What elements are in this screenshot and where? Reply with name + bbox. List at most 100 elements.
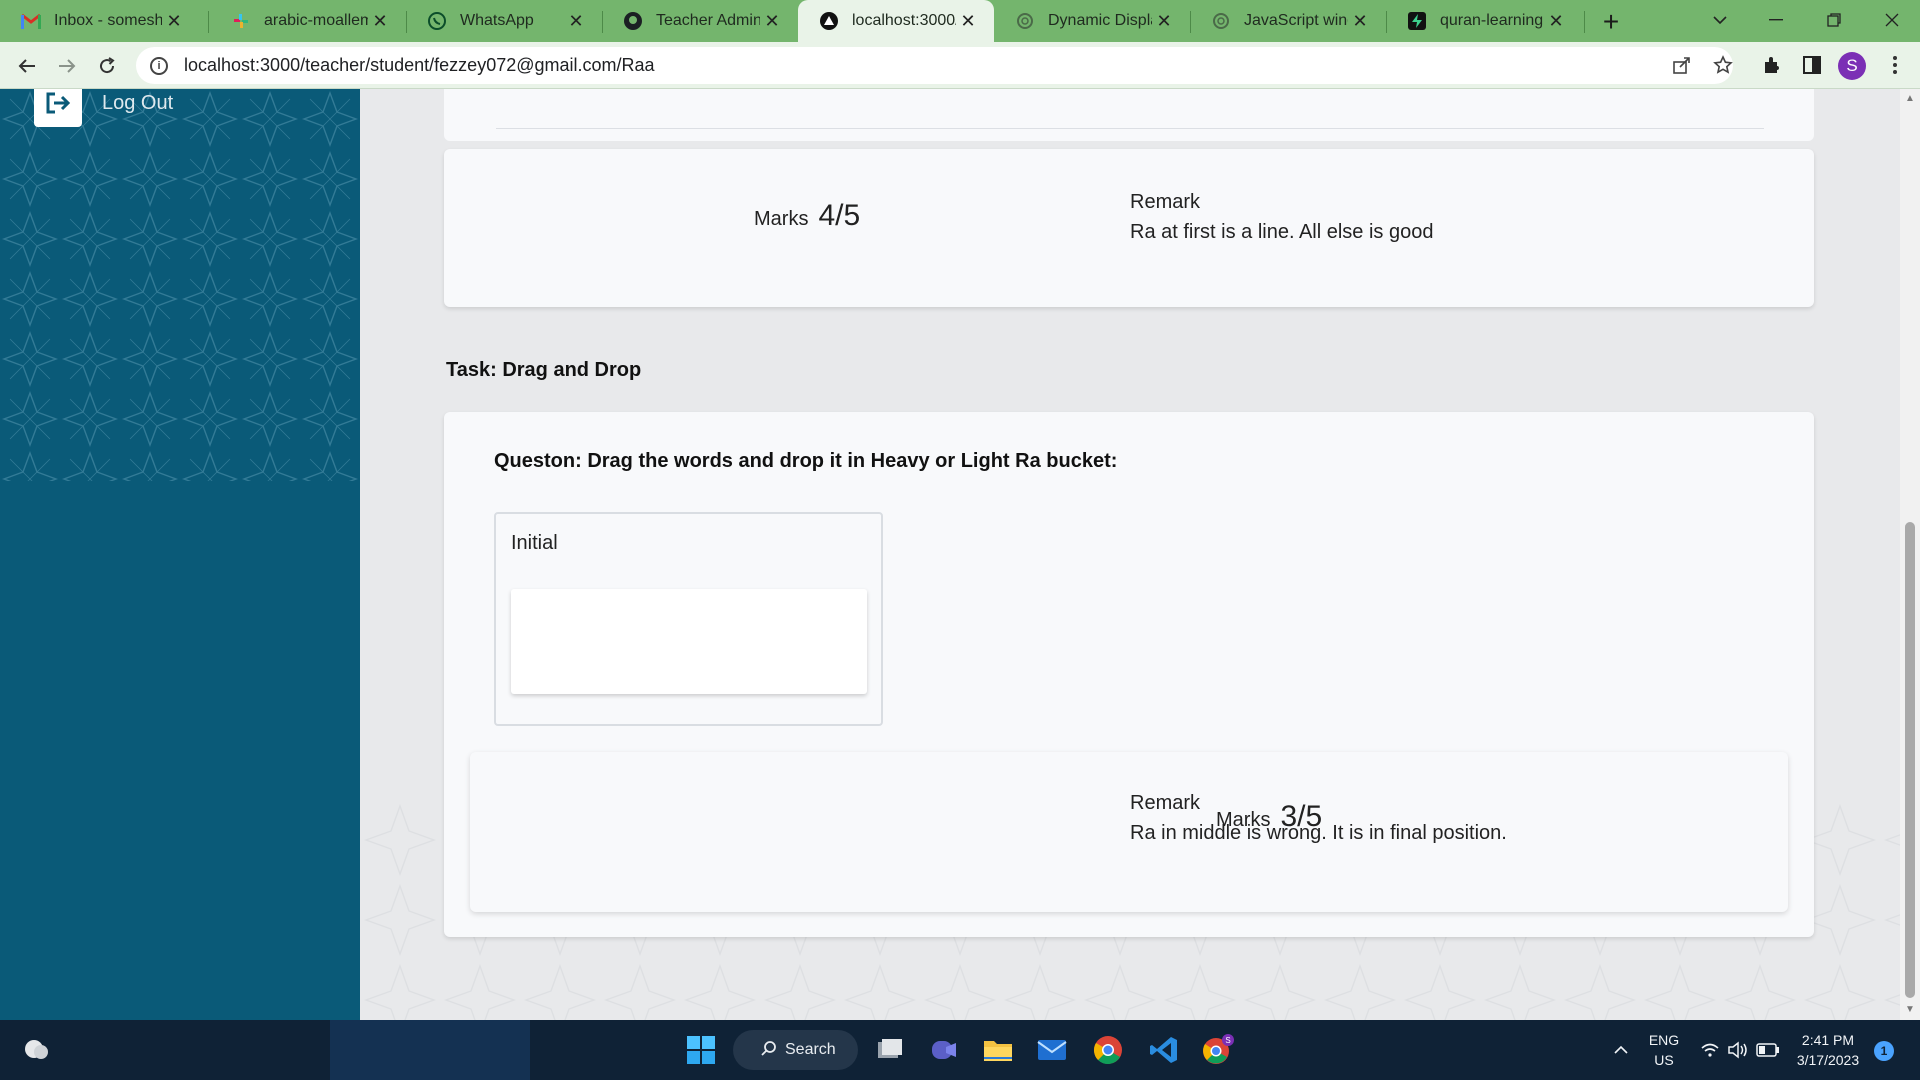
- notification-badge[interactable]: 1: [1874, 1041, 1894, 1061]
- tab-title: Teacher Admin: D: [656, 12, 760, 29]
- tray-overflow-chevron-icon[interactable]: [1603, 1032, 1639, 1068]
- react-icon: [818, 10, 840, 32]
- forward-icon[interactable]: [50, 49, 84, 83]
- close-icon[interactable]: ✕: [368, 9, 392, 33]
- tab-javascript-window[interactable]: JavaScript windo ✕: [1190, 0, 1386, 42]
- new-tab-button[interactable]: +: [1596, 6, 1626, 37]
- initial-bucket: Initial: [494, 512, 883, 726]
- back-icon[interactable]: [10, 49, 44, 83]
- site-info-icon[interactable]: i: [150, 56, 168, 75]
- remark: Remark Ra at first is a line. All else i…: [1130, 187, 1433, 247]
- main-content: Marks 4/5 Remark Ra at first is a line. …: [360, 89, 1900, 1020]
- openai-icon: [1210, 10, 1232, 32]
- bookmark-star-icon[interactable]: [1708, 50, 1738, 80]
- tab-github[interactable]: Teacher Admin: D ✕: [602, 0, 798, 42]
- clock-date: 3/17/2023: [1796, 1052, 1860, 1068]
- weather-icon[interactable]: [18, 1032, 54, 1068]
- close-icon[interactable]: ✕: [162, 9, 186, 33]
- close-icon[interactable]: ✕: [1348, 9, 1372, 33]
- teams-chat-icon[interactable]: [926, 1032, 962, 1068]
- url-text: localhost:3000/teacher/student/fezzey072…: [184, 55, 655, 75]
- chrome-icon[interactable]: [1090, 1032, 1126, 1068]
- sidebar: Log Out: [0, 89, 360, 1020]
- remark-text: Ra in middle is wrong. It is in final po…: [1130, 822, 1507, 844]
- marks-value: 4/5: [818, 199, 861, 232]
- tab-slack[interactable]: arabic-moallema ✕: [210, 0, 406, 42]
- tab-title: Inbox - somesh.a: [54, 12, 162, 29]
- tab-title: Dynamic Display: [1048, 12, 1152, 29]
- word-dropzone[interactable]: [511, 589, 867, 694]
- side-panel-icon[interactable]: [1797, 50, 1827, 80]
- taskbar-search[interactable]: Search: [733, 1030, 858, 1070]
- search-label: Search: [785, 1041, 836, 1058]
- browser-toolbar: i localhost:3000/teacher/student/fezzey0…: [0, 42, 1920, 89]
- tab-title: WhatsApp: [460, 12, 534, 29]
- window-close-icon[interactable]: [1864, 0, 1920, 40]
- clock[interactable]: 2:41 PM 3/17/2023: [1788, 1030, 1868, 1070]
- tab-separator: [208, 11, 209, 33]
- logout-button[interactable]: Log Out: [34, 89, 173, 127]
- logout-icon: [34, 89, 82, 127]
- tab-whatsapp[interactable]: WhatsApp ✕: [406, 0, 602, 42]
- share-icon[interactable]: [1667, 50, 1697, 80]
- clock-time: 2:41 PM: [1801, 1032, 1855, 1048]
- gmail-icon: [20, 10, 42, 32]
- tab-title: localhost:3000/te: [852, 12, 956, 29]
- minimize-icon[interactable]: [1748, 0, 1804, 40]
- supabase-icon: [1406, 10, 1428, 32]
- tab-search-chevron-icon[interactable]: [1692, 0, 1748, 40]
- tab-localhost[interactable]: localhost:3000/te ✕: [798, 0, 994, 42]
- restore-icon[interactable]: [1806, 0, 1862, 40]
- remark-label: Remark: [1130, 792, 1201, 814]
- svg-text:S: S: [1225, 1036, 1230, 1045]
- tab-dynamic-display[interactable]: Dynamic Display ✕: [994, 0, 1190, 42]
- sidebar-pattern: [0, 89, 360, 481]
- page-scrollbar[interactable]: ▲ ▼: [1900, 89, 1920, 1020]
- scrollbar-thumb[interactable]: [1905, 522, 1915, 998]
- remark-label: Remark: [1130, 191, 1201, 213]
- logout-label: Log Out: [102, 91, 174, 114]
- marks: Marks 4/5: [754, 199, 860, 233]
- close-icon[interactable]: ✕: [760, 9, 784, 33]
- close-icon[interactable]: ✕: [564, 9, 588, 33]
- tab-separator: [1584, 11, 1585, 33]
- language-indicator[interactable]: ENG US: [1644, 1030, 1684, 1070]
- slack-icon: [230, 10, 252, 32]
- question-text: Queston: Drag the words and drop it in H…: [494, 450, 1118, 472]
- drag-drop-task-card: Queston: Drag the words and drop it in H…: [444, 412, 1814, 937]
- github-icon: [622, 10, 644, 32]
- close-icon[interactable]: ✕: [956, 9, 980, 33]
- language-code: ENG: [1648, 1032, 1680, 1048]
- page-viewport: Log Out Marks 4/5 Remark Ra at first is …: [0, 89, 1920, 1020]
- divider: [496, 128, 1764, 129]
- remark: Remark Ra in middle is wrong. It is in f…: [1130, 788, 1507, 848]
- scroll-up-arrow-icon[interactable]: ▲: [1904, 93, 1916, 104]
- file-explorer-icon[interactable]: [980, 1032, 1016, 1068]
- address-bar[interactable]: i localhost:3000/teacher/student/fezzey0…: [136, 47, 1733, 84]
- tab-title: quran-learning | S: [1440, 12, 1544, 29]
- remark-text: Ra at first is a line. All else is good: [1130, 221, 1434, 243]
- reload-icon[interactable]: [90, 49, 124, 83]
- task-view-icon[interactable]: [872, 1032, 908, 1068]
- tab-quran-learning[interactable]: quran-learning | S ✕: [1386, 0, 1582, 42]
- scroll-down-arrow-icon[interactable]: ▼: [1904, 1004, 1916, 1015]
- tab-gmail[interactable]: Inbox - somesh.a ✕: [0, 0, 200, 42]
- close-icon[interactable]: ✕: [1544, 9, 1568, 33]
- search-icon: [761, 1040, 777, 1061]
- openai-icon: [1014, 10, 1036, 32]
- whatsapp-icon: [426, 10, 448, 32]
- vscode-icon[interactable]: [1146, 1032, 1182, 1068]
- extensions-icon[interactable]: [1757, 50, 1787, 80]
- battery-icon[interactable]: [1750, 1032, 1786, 1068]
- mail-icon[interactable]: [1034, 1032, 1070, 1068]
- close-icon[interactable]: ✕: [1152, 9, 1176, 33]
- previous-task-card: [444, 89, 1814, 141]
- kebab-menu-icon[interactable]: [1880, 50, 1910, 80]
- chrome-profile-icon[interactable]: S: [1200, 1032, 1236, 1068]
- windows-taskbar: Search S ENG US 2:41 PM 3/17/2023: [0, 1020, 1920, 1080]
- task-marks-card: Marks 3/5 Remark Ra in middle is wrong. …: [470, 752, 1788, 912]
- windows-start-icon[interactable]: [683, 1032, 719, 1068]
- task-title: Task: Drag and Drop: [446, 359, 642, 381]
- browser-tab-strip: Inbox - somesh.a ✕ arabic-moallema ✕ Wha…: [0, 0, 1920, 42]
- profile-avatar[interactable]: S: [1838, 52, 1866, 80]
